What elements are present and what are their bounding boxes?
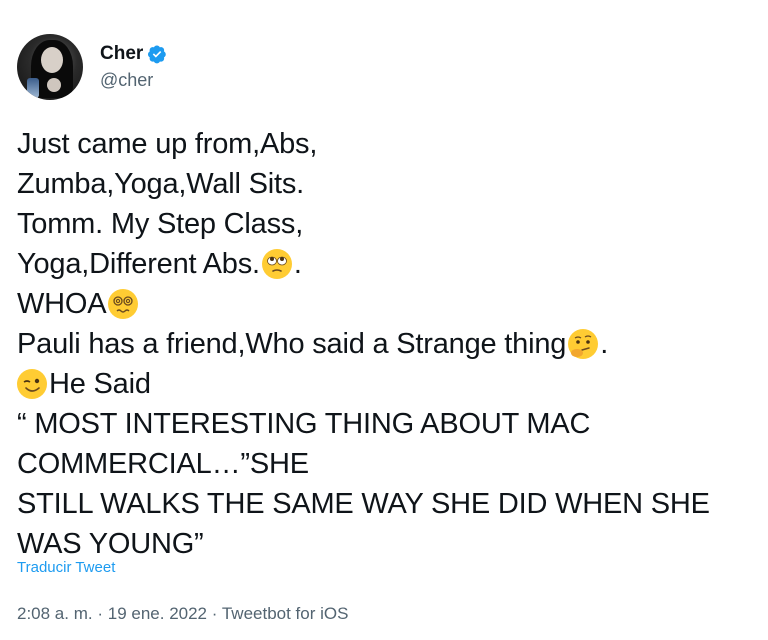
verified-badge-icon	[148, 45, 167, 64]
tweet-time-link[interactable]: 2:08 a. m.	[17, 604, 93, 623]
tweet-line: WHOA	[17, 284, 757, 324]
tweet-line: WAS YOUNG”	[17, 528, 204, 560]
tweet-source-link[interactable]: Tweetbot for iOS	[222, 604, 349, 623]
author-display-name[interactable]: Cher	[100, 42, 143, 66]
tweet-line: COMMERCIAL…”SHE	[17, 448, 309, 480]
translate-tweet-link[interactable]: Traducir Tweet	[17, 559, 115, 576]
tweet-line: Pauli has a friend,Who said a Strange th…	[17, 328, 609, 360]
tweet-text: Just came up from,Abs, Zumba,Yoga,Wall S…	[17, 124, 757, 564]
avatar[interactable]	[17, 34, 83, 100]
meta-separator: ·	[97, 604, 104, 623]
tweet-line: Zumba,Yoga,Wall Sits.	[17, 168, 305, 200]
author-handle[interactable]: @cher	[100, 68, 167, 92]
tweet-line: Yoga,Different Abs. .	[17, 248, 302, 280]
tweet-header: Cher @cher	[17, 34, 167, 100]
tweet-line: “ MOST INTERESTING THING ABOUT MAC	[17, 408, 591, 440]
rolling-eyes-emoji-icon	[261, 249, 292, 279]
tweet-line: Tomm. My Step Class,	[17, 208, 304, 240]
tweet-line: He Said	[17, 364, 757, 404]
tweet-line: Just came up from,Abs,	[17, 128, 318, 160]
tweet-line: STILL WALKS THE SAME WAY SHE DID WHEN SH…	[17, 488, 710, 520]
meta-separator: ·	[211, 604, 218, 623]
tweet-date-link[interactable]: 19 ene. 2022	[108, 604, 207, 623]
thinking-face-emoji-icon	[568, 329, 599, 359]
spiral-eyes-emoji-icon	[108, 289, 139, 319]
winking-face-emoji-icon	[17, 369, 47, 399]
author-names: Cher @cher	[100, 42, 167, 92]
tweet-meta: 2:08 a. m. · 19 ene. 2022 · Tweetbot for…	[17, 604, 348, 624]
